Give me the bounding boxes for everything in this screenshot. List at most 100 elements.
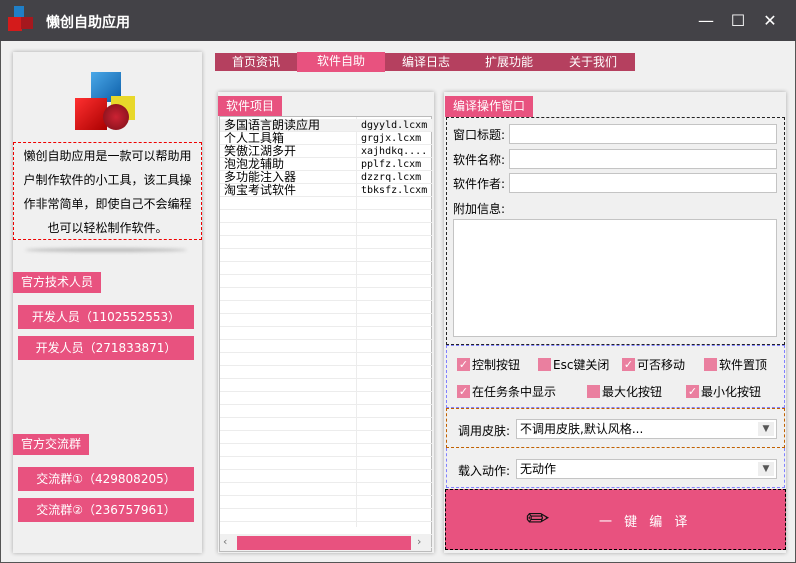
chevron-down-icon[interactable]: ▼ xyxy=(758,422,774,436)
option-checkbox[interactable]: Esc键关闭 xyxy=(538,356,609,373)
empty-row xyxy=(220,197,432,210)
description-line: 也可以轻松制作软件。 xyxy=(47,221,168,235)
empty-row xyxy=(220,314,432,327)
software-name-label: 软件名称: xyxy=(453,153,506,167)
empty-row xyxy=(220,275,432,288)
option-checkbox[interactable]: ✓ 可否移动 xyxy=(622,356,685,373)
empty-row xyxy=(220,340,432,353)
empty-row xyxy=(220,353,432,366)
list-item[interactable]: 淘宝考试软件 tbksfz.lcxm xyxy=(220,184,432,197)
window-title-input[interactable] xyxy=(509,124,777,144)
empty-row xyxy=(220,379,432,392)
developer-contact-button-2[interactable]: 开发人员（271833871） xyxy=(18,336,194,360)
project-list[interactable]: 多国语言朗读应用 dgyyld.lcxm 个人工具箱 grgjx.lcxm 笑傲江湖多开… xyxy=(219,116,432,552)
tab-home-news[interactable]: 首页资讯 xyxy=(215,53,297,71)
extra-info-textarea[interactable] xyxy=(453,219,777,337)
author-input[interactable] xyxy=(509,173,777,193)
empty-row xyxy=(220,418,432,431)
pencil-ruler-icon: ✏ xyxy=(526,502,550,535)
empty-row xyxy=(220,210,432,223)
author-label: 软件作者: xyxy=(453,177,506,191)
app-logo-icon xyxy=(8,6,34,34)
tab-software-self-service[interactable]: 软件自助 xyxy=(297,52,385,72)
left-panel: 懒创自助应用是一款可以帮助用 户制作软件的小工具，该工具操 作非常简单，即使自己… xyxy=(13,52,202,553)
groups-heading: 官方交流群 xyxy=(13,434,89,455)
chevron-down-icon[interactable]: ▼ xyxy=(758,462,774,476)
skin-select[interactable]: 不调用皮肤,默认风格... ▼ xyxy=(516,419,777,439)
option-checkbox[interactable]: 最大化按钮 xyxy=(587,383,662,400)
option-label: Esc键关闭 xyxy=(553,358,610,372)
option-label: 在任务条中显示 xyxy=(472,385,557,399)
app-cubes-logo-icon xyxy=(75,70,141,140)
empty-row xyxy=(220,457,432,470)
empty-row xyxy=(220,366,432,379)
project-file: tbksfz.lcxm xyxy=(361,185,428,196)
maximize-button[interactable]: ☐ xyxy=(729,12,747,30)
checkmark-icon[interactable]: ✓ xyxy=(686,385,699,398)
load-action-label: 载入动作: xyxy=(458,464,511,478)
project-name: 泡泡龙辅助 xyxy=(224,157,285,171)
empty-row xyxy=(220,262,432,275)
checkmark-icon[interactable]: ✓ xyxy=(457,385,470,398)
project-file: pplfz.lcxm xyxy=(361,159,422,170)
description-line: 户制作软件的小工具，该工具操 xyxy=(23,173,192,187)
project-file: grgjx.lcxm xyxy=(361,133,422,144)
shadow-divider xyxy=(25,248,187,252)
software-name-input[interactable] xyxy=(509,149,777,169)
option-label: 最小化按钮 xyxy=(701,385,762,399)
option-checkbox[interactable]: ✓ 最小化按钮 xyxy=(686,383,761,400)
horizontal-scrollbar[interactable]: ‹ › xyxy=(220,534,431,551)
load-action-value: 无动作 xyxy=(520,462,557,476)
project-file: xajhdkq.... xyxy=(361,146,428,157)
empty-row xyxy=(220,405,432,418)
scroll-right-icon[interactable]: › xyxy=(417,535,421,548)
checkmark-icon[interactable]: ✓ xyxy=(457,358,470,371)
description-line: 作非常简单，即使自己不会编程 xyxy=(23,197,192,211)
empty-row xyxy=(220,509,432,522)
extra-info-label: 附加信息: xyxy=(453,202,506,216)
group-button-1[interactable]: 交流群①（429808205） xyxy=(18,467,194,491)
checkmark-icon[interactable]: ✓ xyxy=(622,358,635,371)
tab-about-us[interactable]: 关于我们 xyxy=(551,53,635,71)
project-list-heading: 软件项目 xyxy=(218,96,283,116)
load-action-select[interactable]: 无动作 ▼ xyxy=(516,459,777,479)
empty-row xyxy=(220,392,432,405)
option-label: 控制按钮 xyxy=(472,358,521,372)
checkbox-empty-icon[interactable] xyxy=(704,358,717,371)
empty-row xyxy=(220,327,432,340)
window-title: 懒创自助应用 xyxy=(46,15,130,31)
project-name: 个人工具箱 xyxy=(224,131,285,145)
checkbox-empty-icon[interactable] xyxy=(587,385,600,398)
description-box: 懒创自助应用是一款可以帮助用 户制作软件的小工具，该工具操 作非常简单，即使自己… xyxy=(13,142,202,240)
tab-compile-log[interactable]: 编译日志 xyxy=(385,53,467,71)
empty-row xyxy=(220,249,432,262)
description-line: 懒创自助应用是一款可以帮助用 xyxy=(23,149,192,163)
option-checkbox[interactable]: 软件置顶 xyxy=(704,356,767,373)
scroll-left-icon[interactable]: ‹ xyxy=(223,535,227,548)
minimize-button[interactable]: — xyxy=(697,12,715,30)
option-label: 软件置顶 xyxy=(719,358,768,372)
empty-row xyxy=(220,223,432,236)
compile-panel-heading: 编译操作窗口 xyxy=(445,96,534,117)
compile-button-label: 一 键 编 译 xyxy=(599,515,692,530)
project-name: 多功能注入器 xyxy=(224,170,297,184)
close-button[interactable]: ✕ xyxy=(761,12,779,30)
option-checkbox[interactable]: ✓ 控制按钮 xyxy=(457,356,520,373)
window-title-label: 窗口标题: xyxy=(453,128,506,142)
empty-row xyxy=(220,444,432,457)
empty-row xyxy=(220,431,432,444)
group-button-2[interactable]: 交流群②（236757961） xyxy=(18,498,194,522)
empty-row xyxy=(220,288,432,301)
title-bar: 懒创自助应用 — ☐ ✕ xyxy=(0,0,796,41)
project-name: 多国语言朗读应用 xyxy=(224,118,321,132)
project-name: 笑傲江湖多开 xyxy=(224,144,297,158)
scrollbar-thumb[interactable] xyxy=(237,536,411,550)
option-checkbox[interactable]: ✓ 在任务条中显示 xyxy=(457,383,556,400)
empty-row xyxy=(220,470,432,483)
checkbox-empty-icon[interactable] xyxy=(538,358,551,371)
compile-button[interactable]: ✏ 一 键 编 译 xyxy=(445,489,786,550)
tab-extensions[interactable]: 扩展功能 xyxy=(467,53,551,71)
developer-contact-button-1[interactable]: 开发人员（1102552553） xyxy=(18,305,194,329)
project-file: dzzrq.lcxm xyxy=(361,172,422,183)
compile-panel: 编译操作窗口 窗口标题: 软件名称: 软件作者: 附加信息: ✓ 控制按钮 Esc键… xyxy=(444,92,786,553)
